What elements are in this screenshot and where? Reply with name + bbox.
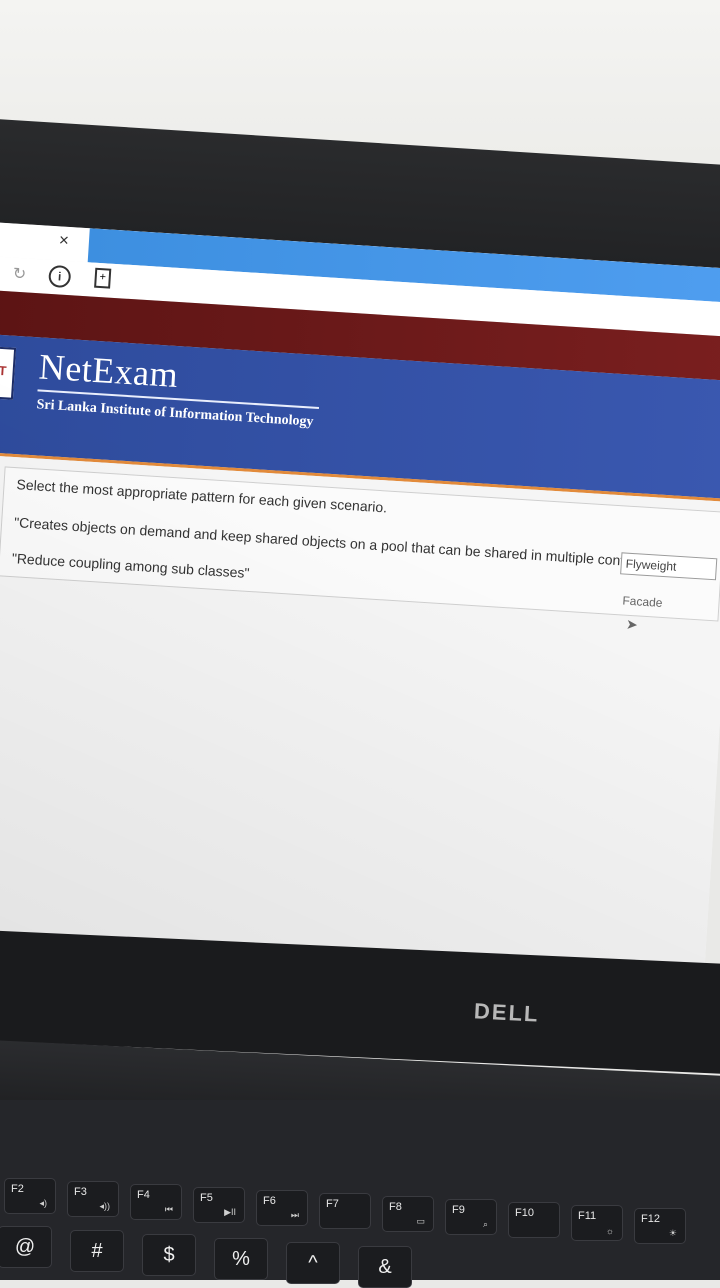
function-key-icon: ▶II	[224, 1207, 236, 1217]
function-key-label: F11	[578, 1210, 597, 1222]
laptop-screen: × ↻ i + IT NetExam Sri Lanka Institute o…	[0, 222, 720, 1029]
number-key[interactable]: @	[0, 1226, 52, 1268]
scenario-text: "Reduce coupling among sub classes"	[11, 550, 250, 581]
function-key[interactable]: F10	[508, 1202, 560, 1238]
function-key-label: F8	[389, 1201, 402, 1213]
mouse-cursor-icon: ➤	[625, 615, 639, 633]
function-key[interactable]: F2 ◂)	[4, 1178, 56, 1214]
function-key[interactable]: F6 ⏭	[256, 1190, 308, 1226]
function-key-label: F6	[263, 1195, 276, 1207]
question-instruction: Select the most appropriate pattern for …	[16, 476, 388, 516]
function-key-label: F12	[641, 1213, 660, 1225]
info-icon[interactable]: i	[48, 264, 72, 289]
function-key-icon: ☼	[605, 1226, 614, 1236]
function-key-icon: ⌕	[482, 1219, 488, 1229]
dell-logo: DELL	[473, 998, 541, 1027]
reload-icon[interactable]: ↻	[12, 264, 27, 285]
sliit-logo: IT	[0, 346, 17, 400]
function-key-icon: ☀	[668, 1228, 677, 1238]
function-key-label: F5	[200, 1192, 213, 1204]
function-key[interactable]: F9 ⌕	[445, 1199, 497, 1235]
page-icon[interactable]: +	[94, 267, 112, 289]
scenario-answer-select[interactable]: Flyweight	[620, 552, 718, 581]
close-tab-icon[interactable]: ×	[58, 230, 69, 251]
function-key-icon: ⏮	[164, 1204, 173, 1214]
scenario-answer-select[interactable]: Facade	[618, 590, 713, 616]
number-key[interactable]: &	[358, 1246, 412, 1288]
number-key[interactable]: ^	[286, 1242, 340, 1284]
function-key-icon: ⏭	[290, 1210, 299, 1220]
function-key-label: F3	[74, 1186, 87, 1198]
brand-title: NetExam	[37, 346, 180, 396]
function-key-icon: ◂))	[99, 1201, 110, 1211]
function-key-label: F4	[137, 1189, 150, 1201]
number-key[interactable]: $	[142, 1234, 196, 1276]
number-key[interactable]: #	[70, 1230, 124, 1272]
function-key-label: F10	[515, 1207, 534, 1219]
function-key[interactable]: F12 ☀	[634, 1208, 686, 1244]
institute-subtitle: Sri Lanka Institute of Information Techn…	[36, 397, 314, 430]
function-key-label: F9	[452, 1204, 465, 1216]
function-key-label: F2	[11, 1183, 24, 1195]
function-key[interactable]: F7	[319, 1193, 371, 1229]
function-key-label: F7	[326, 1198, 339, 1210]
function-key-icon: ◂)	[39, 1198, 47, 1208]
function-key[interactable]: F3 ◂))	[67, 1181, 119, 1217]
function-key[interactable]: F11 ☼	[571, 1205, 623, 1241]
number-key[interactable]: %	[214, 1238, 268, 1280]
function-key[interactable]: F8 ▭	[382, 1196, 434, 1232]
function-key[interactable]: F4 ⏮	[130, 1184, 182, 1220]
function-key[interactable]: F5 ▶II	[193, 1187, 245, 1223]
function-key-icon: ▭	[416, 1216, 425, 1226]
